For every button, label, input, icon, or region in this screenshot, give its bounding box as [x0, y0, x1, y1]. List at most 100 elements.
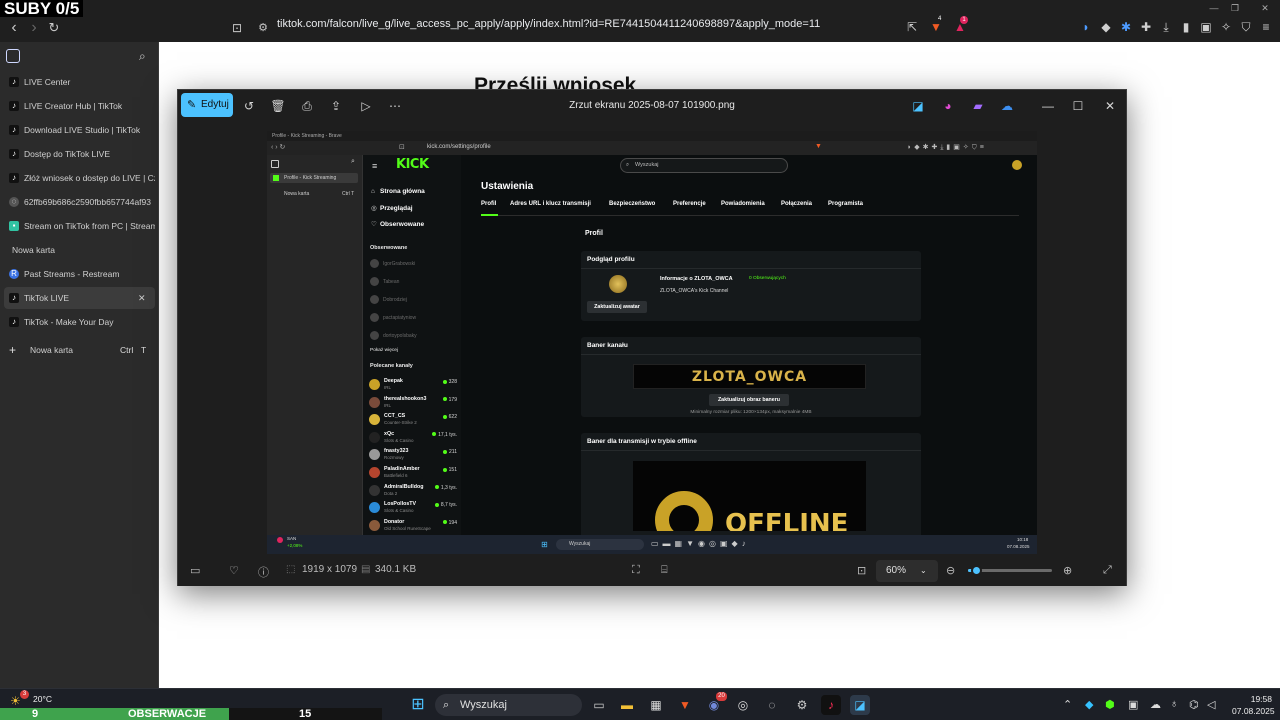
fit-to-window-icon[interactable]: ⊡: [857, 564, 866, 577]
tab-panel-icon[interactable]: [6, 49, 20, 63]
steam-icon[interactable]: ◎: [733, 695, 753, 715]
tab-item-active[interactable]: ♪ TikTok LIVE ✕: [4, 287, 155, 309]
avatar: [370, 295, 379, 304]
tab-item[interactable]: ♪ Złóż wniosek o dostęp do LIVE | Cz: [4, 167, 155, 189]
address-bar[interactable]: tiktok.com/falcon/live_g/live_access_pc_…: [277, 18, 837, 30]
viewer-count: 179: [443, 397, 457, 403]
volume-icon[interactable]: ◁: [1207, 698, 1215, 711]
menu-icon[interactable]: ≡: [1258, 19, 1274, 35]
tab-item[interactable]: ♪ TikTok - Make Your Day: [4, 311, 155, 333]
globe-icon: ◌: [9, 197, 19, 207]
reload-icon[interactable]: ↻: [44, 18, 64, 38]
tab-item[interactable]: Nowa karta: [4, 239, 155, 261]
bookmark-icon[interactable]: ⊡: [227, 18, 247, 38]
settings-tab: Profil: [481, 201, 497, 207]
filmstrip-icon[interactable]: ▭: [190, 564, 200, 577]
channel-name: fnasty323: [384, 448, 409, 455]
profile-preview-card: Podgląd profilu Informacje o ZLOTA_OWCA …: [581, 251, 921, 321]
extension-icon[interactable]: ◗: [1078, 19, 1094, 35]
zoom-dropdown[interactable]: 60% ⌄: [876, 560, 938, 582]
zoom-slider[interactable]: [968, 565, 1052, 576]
sidebar-toggle-icon[interactable]: ▮: [1178, 19, 1194, 35]
tab-item[interactable]: ◌ 62ffb69b686c2590fbb657744af93: [4, 191, 155, 213]
minimize-icon[interactable]: —: [1207, 2, 1221, 14]
designer-app-icon[interactable]: ◕: [940, 98, 956, 114]
tray-app-icon[interactable]: ▣: [1128, 698, 1138, 711]
search-icon: ⌕: [626, 162, 630, 168]
visual-search-icon[interactable]: ⛶: [632, 564, 640, 577]
translate-icon[interactable]: ✱: [1118, 19, 1134, 35]
tab-label: Złóż wniosek o dostęp do LIVE | Cz: [24, 173, 155, 183]
tab-item[interactable]: ♪ LIVE Creator Hub | TikTok: [4, 95, 155, 117]
brave-shields-icon[interactable]: ▼: [928, 19, 944, 35]
followed-name: pactapiatyniow: [383, 314, 417, 321]
tab-item[interactable]: ♪ Dostęp do TikTok LIVE: [4, 143, 155, 165]
tab-item[interactable]: ♪ Download LIVE Studio | TikTok: [4, 119, 155, 141]
zoom-out-icon[interactable]: ⊖: [946, 564, 955, 577]
microphone-icon[interactable]: ♁: [1170, 698, 1178, 710]
tray-app-icon[interactable]: ◆: [1085, 698, 1093, 711]
rewards-badge: 1: [960, 16, 968, 24]
search-icon: ⌕: [443, 699, 450, 711]
taskbar-search[interactable]: ⌕ Wyszukaj: [435, 694, 582, 716]
info-icon[interactable]: ⓘ: [258, 564, 269, 580]
shortcut-ctrl: Ctrl: [120, 345, 134, 355]
channel-avatar: [369, 519, 380, 531]
new-tab-button[interactable]: + Nowa karta Ctrl T: [4, 339, 155, 361]
maximize-icon[interactable]: ☐: [1070, 98, 1086, 114]
brave-icon[interactable]: ▼: [675, 695, 695, 715]
extension-icon[interactable]: ◆: [1098, 19, 1114, 35]
new-tab-label: Nowa karta: [30, 345, 73, 355]
favorite-icon[interactable]: ♡: [229, 564, 239, 577]
close-tab-icon[interactable]: ✕: [138, 287, 146, 309]
avatar: [370, 259, 379, 268]
user-avatar: [1012, 160, 1022, 170]
channel-name: therealshookon3: [384, 395, 427, 402]
close-icon[interactable]: ✕: [1102, 98, 1118, 114]
wallet-icon[interactable]: ▣: [1198, 19, 1214, 35]
clock-date[interactable]: 07.08.2025: [1232, 706, 1275, 716]
zoom-slider-handle[interactable]: [971, 565, 983, 576]
channel-avatar: [369, 414, 380, 426]
settings-icon[interactable]: ⚙: [792, 695, 812, 715]
task-view-icon[interactable]: ▭: [589, 695, 609, 715]
forward-icon[interactable]: ›: [24, 18, 44, 38]
site-info-icon[interactable]: ⚙: [253, 18, 273, 38]
editor-app-icon[interactable]: ◪: [910, 98, 926, 114]
tray-app-icon[interactable]: ⬢: [1105, 698, 1115, 711]
start-icon[interactable]: ⊞: [408, 695, 428, 715]
text-recognition-icon[interactable]: ⌸: [661, 564, 668, 577]
file-explorer-icon[interactable]: ▬: [617, 695, 637, 715]
leo-ai-icon[interactable]: ✧: [1218, 19, 1234, 35]
download-icon[interactable]: ⤓: [1158, 19, 1174, 35]
tiktok-live-studio-icon[interactable]: ♪: [821, 695, 841, 715]
search-tabs-icon[interactable]: ⌕: [139, 49, 146, 64]
shot-start-icon: ⊞: [541, 540, 548, 549]
tab-item[interactable]: ▪ Stream on TikTok from PC | Stream: [4, 215, 155, 237]
network-icon[interactable]: ⌬: [1189, 698, 1199, 711]
app-icon[interactable]: ◌: [762, 695, 782, 715]
photos-icon[interactable]: ◪: [850, 695, 870, 715]
tab-label: LIVE Center: [24, 77, 71, 87]
minimize-icon[interactable]: —: [1040, 98, 1056, 114]
fullscreen-icon[interactable]: ⤢: [1103, 564, 1112, 577]
store-icon[interactable]: ▦: [646, 695, 666, 715]
back-icon[interactable]: ‹: [4, 18, 24, 38]
clipchamp-icon[interactable]: ▰: [970, 98, 986, 114]
tab-item[interactable]: R Past Streams - Restream: [4, 263, 155, 285]
tray-chevron-icon[interactable]: ⌃: [1063, 698, 1072, 711]
onedrive-icon[interactable]: ☁: [1150, 698, 1161, 711]
channel-banner-card: Baner kanału ZLOTA_OWCA Zaktualizuj obra…: [581, 337, 921, 417]
restore-icon[interactable]: ❐: [1228, 2, 1242, 14]
weather-icon[interactable]: ☀ 3: [10, 690, 29, 708]
extensions-puzzle-icon[interactable]: ✚: [1138, 19, 1154, 35]
onedrive-icon[interactable]: ☁: [999, 98, 1015, 114]
tab-item[interactable]: ♪ LIVE Center: [4, 71, 155, 93]
vpn-icon[interactable]: ⛉: [1238, 19, 1254, 35]
channel-category: Slots & Casino: [384, 437, 414, 443]
clock-time[interactable]: 19:58: [1242, 694, 1272, 704]
close-icon[interactable]: ✕: [1258, 2, 1272, 14]
channel-name: Donator: [384, 518, 405, 525]
zoom-in-icon[interactable]: ⊕: [1063, 564, 1072, 577]
share-icon[interactable]: ⇱: [904, 19, 920, 35]
